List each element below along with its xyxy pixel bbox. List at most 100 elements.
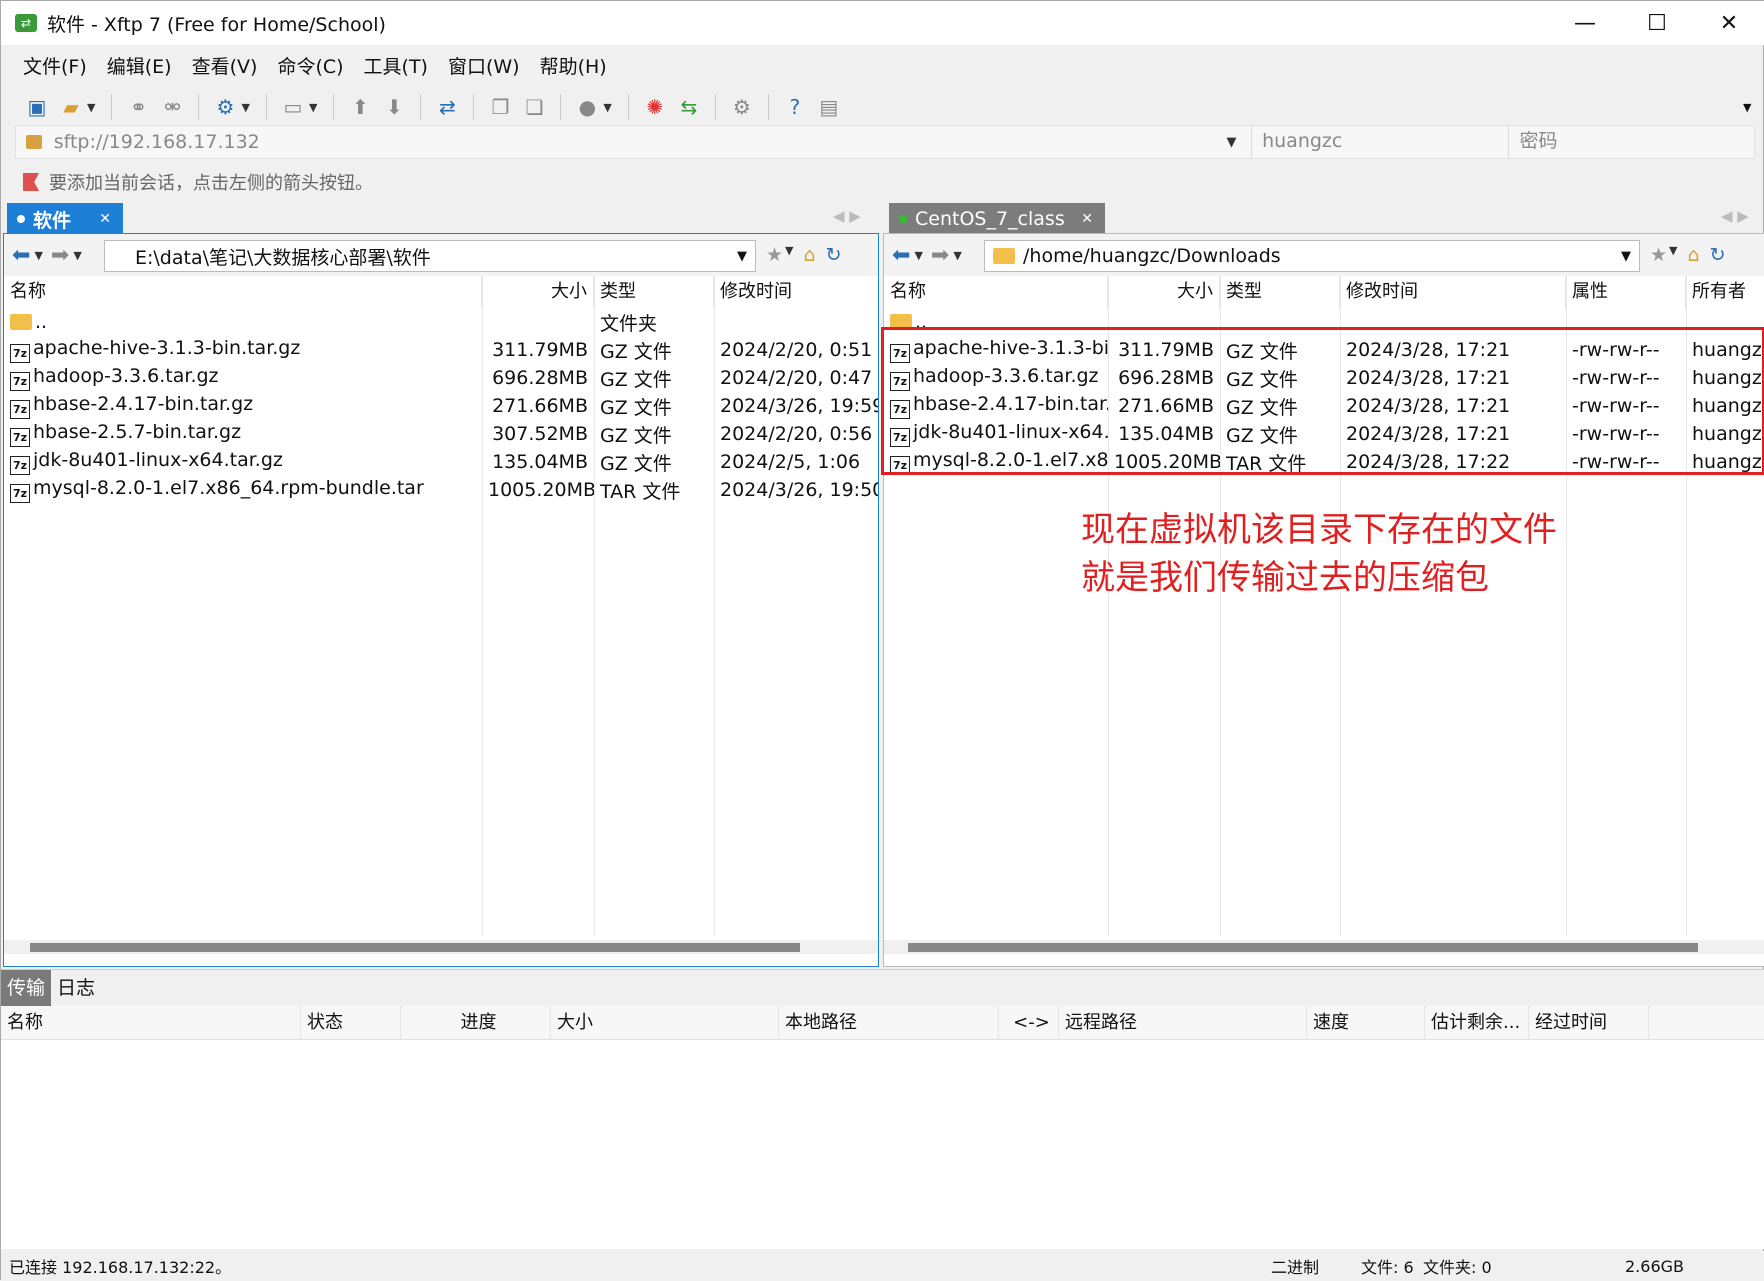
toolbar-separator bbox=[265, 94, 267, 120]
terminal-icon[interactable]: ▭ bbox=[279, 93, 307, 121]
back-dropdown-icon[interactable]: ▼ bbox=[914, 249, 922, 262]
remote-horizontal-scrollbar[interactable] bbox=[884, 940, 1764, 954]
terminal-dropdown-icon[interactable]: ▼ bbox=[309, 101, 317, 114]
maximize-button[interactable]: ☐ bbox=[1621, 1, 1693, 45]
menu-edit[interactable]: 编辑(E) bbox=[107, 52, 172, 79]
tab-transfer[interactable]: 传输 bbox=[1, 970, 52, 1006]
forward-icon[interactable]: ➡ bbox=[51, 243, 69, 268]
tab-scroll-arrows-icon[interactable]: ◀ ▶ bbox=[1721, 207, 1749, 225]
col-name[interactable]: 名称 bbox=[884, 276, 1108, 308]
disconnect-icon[interactable]: ⚮ bbox=[158, 93, 186, 121]
tab-log[interactable]: 日志 bbox=[51, 970, 101, 1006]
scrollbar-thumb[interactable] bbox=[30, 943, 800, 952]
home-folder-icon[interactable]: ⌂ bbox=[804, 244, 816, 266]
path-dropdown-icon[interactable]: ▼ bbox=[1621, 249, 1631, 264]
password-field[interactable]: 密码 bbox=[1508, 125, 1754, 159]
address-bar: sftp://192.168.17.132 ▼ huangzc 密码 bbox=[15, 125, 1755, 159]
refresh-icon[interactable]: ↻ bbox=[826, 244, 842, 266]
copy-icon[interactable]: ❐ bbox=[486, 93, 514, 121]
open-folder-icon[interactable]: ▰ bbox=[57, 93, 85, 121]
close-icon[interactable]: ✕ bbox=[99, 211, 111, 227]
tab-remote[interactable]: CentOS_7_class ✕ bbox=[889, 203, 1105, 235]
col-direction[interactable]: <-> bbox=[999, 1006, 1059, 1040]
record-dropdown-icon[interactable]: ▼ bbox=[603, 101, 611, 114]
close-icon[interactable]: ✕ bbox=[1081, 211, 1093, 227]
col-name[interactable]: 名称 bbox=[4, 276, 482, 308]
xftp-icon[interactable]: ⇆ bbox=[675, 93, 703, 121]
col-size[interactable]: 大小 bbox=[551, 1006, 779, 1040]
star-icon[interactable]: ★ bbox=[1650, 244, 1667, 266]
file-row[interactable]: 7z apache-hive-3.1.3-bin.tar.gz 311.79MB … bbox=[4, 336, 878, 364]
properties-dropdown-icon[interactable]: ▼ bbox=[241, 101, 249, 114]
address-dropdown-icon[interactable]: ▼ bbox=[1212, 135, 1251, 150]
scrollbar-thumb[interactable] bbox=[908, 943, 1698, 952]
forward-dropdown-icon[interactable]: ▼ bbox=[953, 249, 961, 262]
col-status[interactable]: 状态 bbox=[301, 1006, 401, 1040]
chat-icon[interactable]: ▤ bbox=[815, 93, 843, 121]
col-attr[interactable]: 属性 bbox=[1566, 276, 1686, 308]
refresh-icon[interactable]: ↻ bbox=[1710, 244, 1726, 266]
forward-dropdown-icon[interactable]: ▼ bbox=[73, 249, 81, 262]
menu-view[interactable]: 查看(V) bbox=[192, 52, 258, 79]
forward-icon[interactable]: ➡ bbox=[931, 243, 949, 268]
tab-local[interactable]: 软件 ✕ bbox=[7, 203, 123, 235]
connect-icon[interactable]: ⚭ bbox=[124, 93, 152, 121]
xshell-icon[interactable]: ✺ bbox=[641, 93, 669, 121]
download-icon[interactable]: ⬇ bbox=[380, 93, 408, 121]
file-row[interactable]: 7z jdk-8u401-linux-x64.tar.gz 135.04MB GZ… bbox=[4, 448, 878, 476]
host-address-input[interactable]: sftp://192.168.17.132 bbox=[54, 131, 1212, 153]
open-dropdown-icon[interactable]: ▼ bbox=[87, 101, 95, 114]
star-dropdown-icon[interactable]: ▼ bbox=[785, 244, 793, 266]
col-eta[interactable]: 估计剩余... bbox=[1425, 1006, 1529, 1040]
col-mtime[interactable]: 修改时间 bbox=[1340, 276, 1566, 308]
session-properties-icon[interactable]: ⚙ bbox=[211, 93, 239, 121]
parent-dir-row[interactable]: .. 文件夹 bbox=[4, 308, 878, 336]
menu-window[interactable]: 窗口(W) bbox=[448, 52, 520, 79]
new-session-icon[interactable]: ▣ bbox=[23, 93, 51, 121]
transfer-icon[interactable]: ⇄ bbox=[433, 93, 461, 121]
col-size[interactable]: 大小 bbox=[1108, 276, 1220, 308]
upload-icon[interactable]: ⬆ bbox=[346, 93, 374, 121]
username-field[interactable]: huangzc bbox=[1251, 125, 1508, 159]
col-mtime[interactable]: 修改时间 bbox=[714, 276, 878, 308]
record-icon[interactable]: ● bbox=[573, 93, 601, 121]
flag-icon[interactable] bbox=[23, 173, 39, 191]
col-remote-path[interactable]: 远程路径 bbox=[1059, 1006, 1307, 1040]
col-progress[interactable]: 进度 bbox=[401, 1006, 551, 1040]
close-button[interactable]: ✕ bbox=[1693, 1, 1764, 45]
local-path-input[interactable]: E:\data\笔记\大数据核心部署\软件 ▼ bbox=[104, 240, 756, 272]
minimize-button[interactable]: — bbox=[1549, 1, 1621, 45]
file-row[interactable]: 7z hbase-2.5.7-bin.tar.gz 307.52MB GZ 文件 … bbox=[4, 420, 878, 448]
star-icon[interactable]: ★ bbox=[766, 244, 783, 266]
file-row[interactable]: 7z hadoop-3.3.6.tar.gz 696.28MB GZ 文件 202… bbox=[4, 364, 878, 392]
menu-tools[interactable]: 工具(T) bbox=[364, 52, 428, 79]
col-speed[interactable]: 速度 bbox=[1307, 1006, 1425, 1040]
file-count: 文件: 6 bbox=[1361, 1258, 1414, 1277]
toolbar-overflow-icon[interactable]: ▼ bbox=[1743, 101, 1751, 114]
col-name[interactable]: 名称 bbox=[1, 1006, 301, 1040]
file-row[interactable]: 7z hbase-2.4.17-bin.tar.gz 271.66MB GZ 文件… bbox=[4, 392, 878, 420]
back-icon[interactable]: ⬅ bbox=[12, 243, 30, 268]
tab-scroll-arrows-icon[interactable]: ◀ ▶ bbox=[833, 207, 861, 225]
back-icon[interactable]: ⬅ bbox=[892, 243, 910, 268]
star-dropdown-icon[interactable]: ▼ bbox=[1669, 244, 1677, 266]
col-local-path[interactable]: 本地路径 bbox=[779, 1006, 999, 1040]
back-dropdown-icon[interactable]: ▼ bbox=[34, 249, 42, 262]
session-hint: 要添加当前会话，点击左侧的箭头按钮。 bbox=[23, 167, 373, 197]
home-folder-icon[interactable]: ⌂ bbox=[1688, 244, 1700, 266]
remote-path-input[interactable]: /home/huangzc/Downloads ▼ bbox=[984, 240, 1640, 272]
menu-file[interactable]: 文件(F) bbox=[23, 52, 87, 79]
col-type[interactable]: 类型 bbox=[1220, 276, 1340, 308]
col-owner[interactable]: 所有者 bbox=[1686, 276, 1764, 308]
menu-command[interactable]: 命令(C) bbox=[277, 52, 343, 79]
file-row[interactable]: 7z mysql-8.2.0-1.el7.x86_64.rpm-bundle.ta… bbox=[4, 476, 878, 504]
path-dropdown-icon[interactable]: ▼ bbox=[737, 249, 747, 264]
col-size[interactable]: 大小 bbox=[482, 276, 594, 308]
paste-icon[interactable]: ❏ bbox=[520, 93, 548, 121]
col-elapsed[interactable]: 经过时间 bbox=[1529, 1006, 1649, 1040]
help-icon[interactable]: ? bbox=[781, 93, 809, 121]
gear-icon[interactable]: ⚙ bbox=[728, 93, 756, 121]
col-type[interactable]: 类型 bbox=[594, 276, 714, 308]
menu-help[interactable]: 帮助(H) bbox=[540, 52, 607, 79]
local-horizontal-scrollbar[interactable] bbox=[4, 940, 878, 954]
